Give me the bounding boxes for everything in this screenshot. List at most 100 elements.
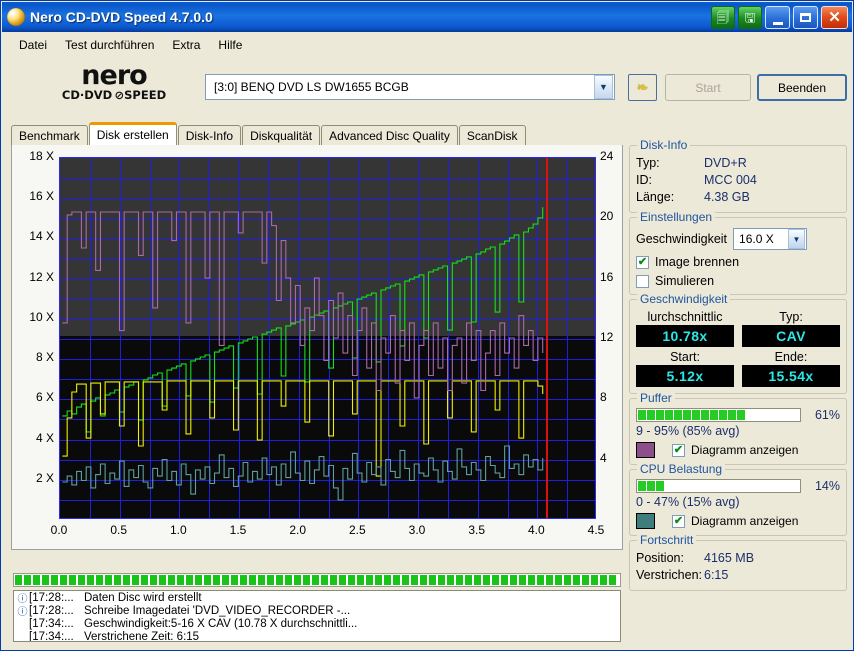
log-row[interactable]: ⓘ[17:28:...Daten Disc wird erstellt	[14, 591, 620, 604]
log-row[interactable]: [17:34:...Geschwindigkeit:5-16 X CAV (10…	[14, 617, 620, 630]
write-segment	[609, 575, 616, 585]
close-icon: ✕	[828, 10, 841, 25]
cpu-caption: CPU Belastung	[637, 462, 725, 476]
y-tick-right: 12	[600, 330, 613, 344]
chevron-down-icon[interactable]: ▼	[594, 75, 613, 99]
simulieren-row[interactable]: Simulieren	[636, 274, 840, 288]
cpu-chart-label: Diagramm anzeigen	[691, 514, 798, 528]
tab-advanced-disc-quality[interactable]: Advanced Disc Quality	[321, 125, 458, 145]
buffer-progress-bar	[636, 408, 801, 422]
progress-row-verstrichen: Verstrichen: 6:15	[636, 567, 840, 584]
chevron-down-icon[interactable]: ▼	[788, 229, 805, 249]
write-progress-strip	[13, 573, 621, 587]
log-row[interactable]: ⓘ[17:28:...Schreibe Imagedatei 'DVD_VIDE…	[14, 604, 620, 617]
speed-chart-plot[interactable]	[59, 157, 596, 519]
write-segment	[393, 575, 400, 585]
tab-disk-info[interactable]: Disk-Info	[178, 125, 241, 145]
y-tick-left: 4 X	[12, 431, 54, 445]
buffer-color-swatch	[636, 442, 655, 458]
write-segment	[600, 575, 607, 585]
write-segment	[123, 575, 130, 585]
close-button[interactable]: ✕	[821, 6, 848, 29]
write-segment	[168, 575, 175, 585]
write-segment	[267, 575, 274, 585]
cpu-legend-row: ✔ Diagramm anzeigen	[636, 513, 840, 529]
chart-panel: 2 X4 X6 X8 X10 X12 X14 X16 X18 X 4812162…	[11, 145, 623, 550]
maximize-button[interactable]	[793, 6, 818, 29]
buffer-percent: 61%	[808, 408, 840, 422]
speed-start-value: 5.12x	[636, 365, 734, 387]
y-tick-left: 14 X	[12, 229, 54, 243]
progress-caption: Fortschritt	[637, 533, 696, 547]
disk-info-key-id: ID:	[636, 172, 704, 189]
menu-item-hilfe[interactable]: Hilfe	[209, 36, 251, 54]
write-segment	[42, 575, 49, 585]
image-brennen-checkbox[interactable]: ✔	[636, 256, 649, 269]
tab-diskqualitaet[interactable]: Diskqualität	[242, 125, 320, 145]
buffer-chart-checkbox[interactable]: ✔	[672, 444, 685, 457]
progress-key-verstrichen: Verstrichen:	[636, 567, 704, 584]
menu-item-extra[interactable]: Extra	[163, 36, 209, 54]
write-segment	[591, 575, 598, 585]
write-segment	[492, 575, 499, 585]
minimize-button[interactable]	[765, 6, 790, 29]
tab-scandisk[interactable]: ScanDisk	[459, 125, 526, 145]
progress-row-position: Position: 4165 MB	[636, 550, 840, 567]
speed-type-value: CAV	[742, 325, 840, 347]
image-brennen-row[interactable]: ✔ Image brennen	[636, 255, 840, 269]
write-segment	[51, 575, 58, 585]
y-tick-left: 16 X	[12, 189, 54, 203]
quit-button[interactable]: Beenden	[757, 74, 847, 101]
write-segment	[573, 575, 580, 585]
write-segment	[186, 575, 193, 585]
write-segment	[132, 575, 139, 585]
write-segment	[546, 575, 553, 585]
start-button[interactable]: Start	[665, 74, 751, 101]
bar-segment	[737, 410, 745, 420]
progress-group: Fortschritt Position: 4165 MB Verstriche…	[629, 540, 847, 591]
bar-segment	[665, 410, 673, 420]
minimize-icon	[773, 22, 783, 25]
menu-bar: Datei Test durchführen Extra Hilfe	[2, 33, 852, 57]
chart-series-layer	[60, 158, 595, 518]
write-segment	[519, 575, 526, 585]
log-row[interactable]: [17:34:...Verstrichene Zeit: 6:15	[14, 630, 620, 642]
cpu-chart-toggle-row[interactable]: ✔ Diagramm anzeigen	[672, 514, 798, 528]
speed-readouts: lurchschnittlic 10.78x Typ: CAV Start: 5…	[636, 309, 840, 387]
write-segment	[249, 575, 256, 585]
speed-select[interactable]: 16.0 X ▼	[733, 228, 807, 250]
tab-benchmark[interactable]: Benchmark	[11, 125, 88, 145]
tab-disk-erstellen[interactable]: Disk erstellen	[89, 122, 177, 145]
speed-setting-row: Geschwindigkeit 16.0 X ▼	[636, 228, 840, 250]
disk-info-row-laenge: Länge: 4.38 GB	[636, 189, 840, 206]
menu-item-test-durchfuehren[interactable]: Test durchführen	[56, 36, 163, 54]
series-puffer	[62, 212, 542, 398]
x-tick: 3.5	[463, 523, 491, 537]
write-segment	[258, 575, 265, 585]
x-tick: 2.5	[343, 523, 371, 537]
write-segment	[447, 575, 454, 585]
eject-disc-button[interactable]: ❧	[628, 74, 657, 101]
image-brennen-label: Image brennen	[655, 255, 739, 269]
progress-key-position: Position:	[636, 550, 704, 567]
cpu-chart-checkbox[interactable]: ✔	[672, 515, 685, 528]
buffer-chart-toggle-row[interactable]: ✔ Diagramm anzeigen	[672, 443, 798, 457]
window-title: Nero CD-DVD Speed 4.7.0.0	[30, 9, 213, 25]
save-icon-button[interactable]: 🖫	[738, 6, 762, 29]
copy-icon-button[interactable]: 🗐	[711, 6, 735, 29]
write-segment	[294, 575, 301, 585]
x-tick: 2.0	[284, 523, 312, 537]
menu-item-datei[interactable]: Datei	[10, 36, 56, 54]
y-tick-right: 20	[600, 209, 613, 223]
speed-caption: Geschwindigkeit	[637, 292, 730, 306]
write-segment	[96, 575, 103, 585]
progress-value-verstrichen: 6:15	[704, 567, 728, 584]
log-list[interactable]: ⓘ[17:28:...Daten Disc wird erstelltⓘ[17:…	[13, 590, 621, 642]
save-icon: 🖫	[744, 11, 755, 24]
drive-select[interactable]: [3:0] BENQ DVD LS DW1655 BCGB ▼	[205, 74, 615, 100]
write-segment	[24, 575, 31, 585]
simulieren-checkbox[interactable]	[636, 275, 649, 288]
write-segment	[177, 575, 184, 585]
disk-info-value-typ: DVD+R	[704, 155, 747, 172]
buffer-range: 9 - 95% (85% avg)	[636, 424, 840, 438]
